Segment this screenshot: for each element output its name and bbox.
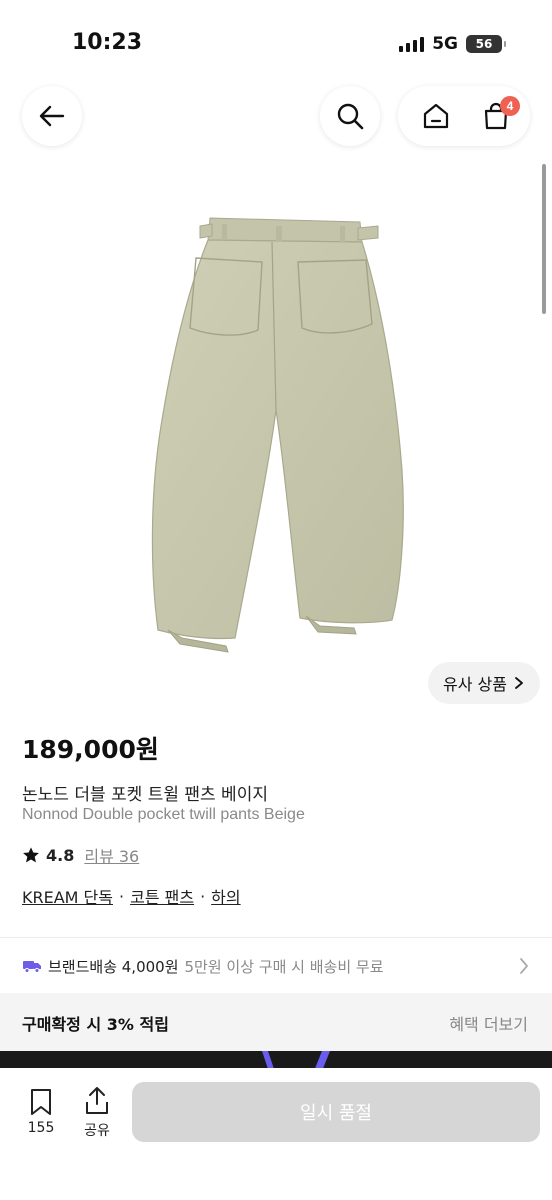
- save-button[interactable]: 155: [20, 1088, 62, 1136]
- chevron-right-icon: [515, 677, 523, 689]
- shipping-note: 5만원 이상 구매 시 배송비 무료: [184, 957, 384, 976]
- benefit-bar: 구매확정 시 3% 적립 혜택 더보기: [0, 993, 552, 1051]
- search-button[interactable]: [320, 86, 380, 146]
- review-link[interactable]: 리뷰 36: [84, 843, 139, 867]
- tag-link[interactable]: 코튼 팬츠: [130, 884, 194, 908]
- bookmark-icon: [31, 1089, 51, 1115]
- similar-products-button[interactable]: 유사 상품: [428, 662, 540, 704]
- tag-separator: ·: [119, 886, 125, 906]
- header-actions: 4: [398, 86, 530, 146]
- battery-icon: 56: [466, 35, 506, 53]
- back-button[interactable]: [22, 86, 82, 146]
- share-icon: [86, 1087, 108, 1114]
- chevron-right-icon: [520, 958, 528, 974]
- rating-row: 4.8 리뷰 36: [22, 843, 139, 867]
- tag-link[interactable]: KREAM 단독: [22, 884, 113, 908]
- home-button[interactable]: [408, 86, 464, 146]
- category-tags: KREAM 단독 · 코튼 팬츠 · 하의: [22, 884, 241, 908]
- pants-illustration: [151, 217, 404, 653]
- star-icon: [23, 847, 39, 863]
- product-name-english: Nonnod Double pocket twill pants Beige: [22, 806, 305, 823]
- signal-icon: [399, 36, 425, 52]
- sold-out-button[interactable]: 일시 품절: [132, 1082, 540, 1142]
- home-icon: [423, 103, 449, 129]
- rating-value: 4.8: [46, 845, 75, 865]
- product-name-korean: 논노드 더블 포켓 트윌 팬츠 베이지: [22, 785, 268, 805]
- shipping-info[interactable]: 브랜드배송 4,000원 5만원 이상 구매 시 배송비 무료: [22, 954, 532, 978]
- product-price: 189,000원: [22, 735, 159, 764]
- product-image[interactable]: [0, 150, 552, 710]
- divider: [0, 937, 552, 938]
- status-indicators: 5G 56: [399, 34, 506, 54]
- network-label: 5G: [432, 34, 458, 54]
- truck-icon: [22, 958, 42, 974]
- benefit-label: 구매확정 시 3% 적립: [22, 1015, 169, 1034]
- tag-link[interactable]: 하의: [211, 884, 240, 908]
- cart-button[interactable]: 4: [468, 86, 524, 146]
- status-bar: 10:23 5G 56: [0, 0, 552, 88]
- bottom-action-bar: 155 공유 일시 품절: [0, 1068, 552, 1200]
- back-arrow-icon: [39, 105, 65, 127]
- share-button[interactable]: 공유: [76, 1086, 118, 1140]
- battery-level: 56: [475, 37, 493, 51]
- cart-count-badge: 4: [500, 96, 520, 116]
- status-time: 10:23: [72, 30, 143, 55]
- shipping-label: 브랜드배송 4,000원: [48, 957, 179, 976]
- share-label: 공유: [84, 1123, 110, 1139]
- tag-separator: ·: [200, 886, 206, 906]
- benefit-more-link[interactable]: 혜택 더보기: [449, 1011, 528, 1035]
- save-count: 155: [27, 1120, 55, 1136]
- search-icon: [337, 103, 364, 130]
- similar-products-label: 유사 상품: [443, 675, 507, 694]
